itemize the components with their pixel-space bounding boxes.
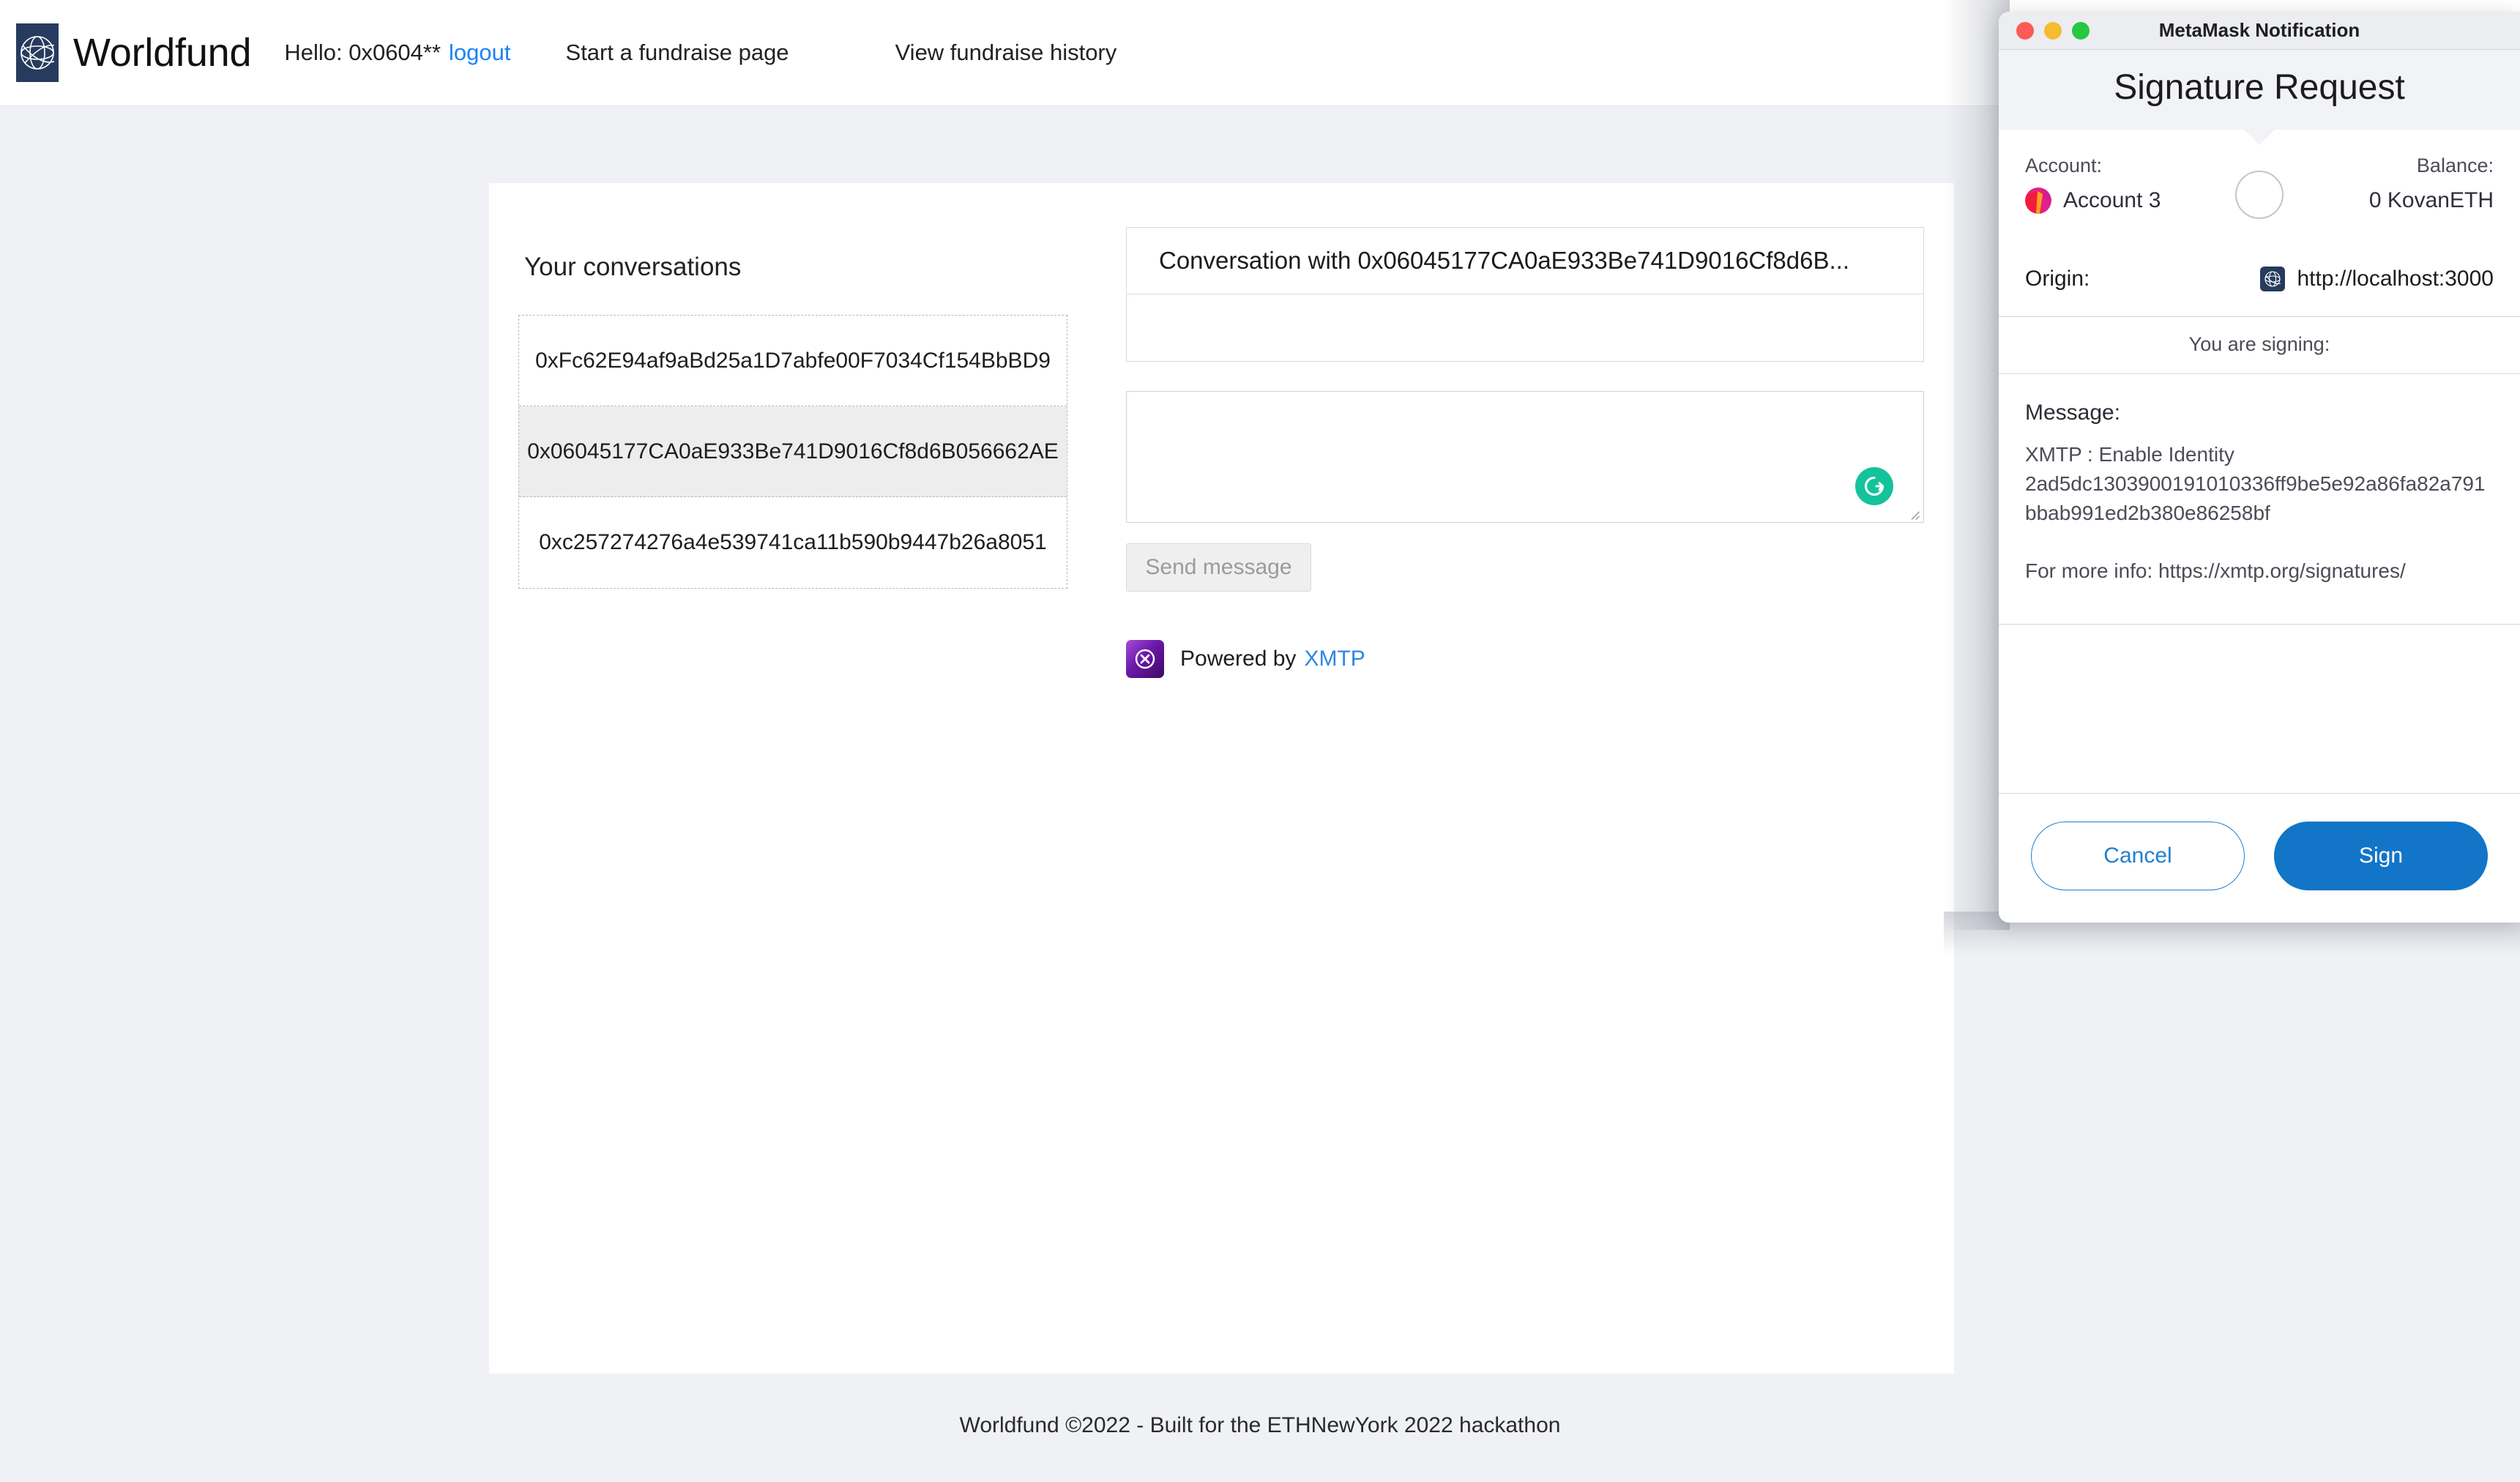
origin-url: http://localhost:3000 (2297, 267, 2494, 291)
sign-button[interactable]: Sign (2274, 822, 2488, 890)
messages-area (1126, 294, 1924, 362)
message-hash: 2ad5dc1303900191010336ff9be5e92a86fa82a7… (2025, 472, 2486, 524)
message-compose-area (1126, 391, 1924, 523)
page-footer: Worldfund ©2022 - Built for the ETHNewYo… (959, 1413, 1561, 1437)
avatar (2025, 187, 2051, 214)
worldfund-favicon-icon (2260, 267, 2286, 291)
send-message-button[interactable]: Send message (1126, 543, 1311, 592)
balance-label: Balance: (2416, 154, 2494, 176)
zoom-window-icon[interactable] (2072, 21, 2090, 40)
minimize-window-icon[interactable] (2044, 21, 2062, 40)
message-spacer (1999, 624, 2520, 793)
metamask-action-bar: Cancel Sign (1999, 793, 2520, 923)
list-item[interactable]: 0xc257274276a4e539741ca11b590b9447b26a80… (519, 497, 1067, 588)
conversations-panel: Your conversations 0xFc62E94af9aBd25a1D7… (518, 253, 1067, 589)
brand-name: Worldfund (73, 31, 252, 75)
powered-by-row: Powered by XMTP (1126, 640, 1924, 678)
network-indicator-ring (2235, 171, 2284, 219)
origin-label: Origin: (2025, 267, 2090, 291)
account-name: Account 3 (2063, 188, 2161, 212)
conversations-title: Your conversations (524, 253, 742, 281)
powered-by-label: Powered by (1180, 647, 1297, 671)
conversations-list: 0xFc62E94af9aBd25a1D7abfe00F7034Cf154BbB… (518, 315, 1067, 589)
chat-panel: Conversation with 0x06045177CA0aE933Be74… (1126, 227, 1924, 678)
window-controls (2016, 21, 2090, 40)
balance-value: 0 KovanETH (2368, 188, 2494, 212)
account-balance-section: Account: Balance: Account 3 0 KovanETH (1999, 130, 2520, 219)
metamask-notification-window: MetaMask Notification Signature Request … (1999, 12, 2520, 923)
origin-section: Origin: http://localhost:3000 (1999, 267, 2520, 316)
list-item[interactable]: 0x06045177CA0aE933Be741D9016Cf8d6B056662… (519, 406, 1067, 497)
greeting-text: Hello: 0x0604** (284, 40, 441, 65)
worldfund-logo-globe-wireframe-icon (16, 23, 59, 82)
message-line-1: XMTP : Enable Identity (2025, 443, 2234, 466)
metamask-body: Signature Request Account: Balance: Acco… (1999, 50, 2520, 923)
logout-link[interactable]: logout (449, 40, 510, 66)
xmtp-logo-icon (1126, 640, 1164, 678)
signed-message-section: Message: XMTP : Enable Identity 2ad5dc13… (1999, 373, 2520, 605)
metamask-titlebar: MetaMask Notification (1999, 12, 2520, 50)
xmtp-link[interactable]: XMTP (1304, 647, 1365, 671)
conversation-header: Conversation with 0x06045177CA0aE933Be74… (1126, 227, 1924, 294)
list-item[interactable]: 0xFc62E94af9aBd25a1D7abfe00F7034Cf154BbB… (519, 316, 1067, 406)
message-label: Message: (2025, 401, 2121, 425)
nav-links: Hello: 0x0604** logout Start a fundraise… (284, 40, 1117, 66)
cancel-button[interactable]: Cancel (2031, 822, 2245, 890)
you-are-signing-label: You are signing: (1999, 316, 2520, 373)
nav-start-fundraise-page[interactable]: Start a fundraise page (566, 40, 789, 66)
nav-view-fundraise-history[interactable]: View fundraise history (895, 40, 1117, 66)
account-label: Account: (2025, 154, 2103, 176)
signature-request-header: Signature Request (1999, 50, 2520, 145)
main-content-card: Your conversations 0xFc62E94af9aBd25a1D7… (489, 183, 1954, 1374)
message-input[interactable] (1126, 391, 1924, 523)
page-title: Signature Request (2114, 68, 2405, 107)
message-info-link: For more info: https://xmtp.org/signatur… (2025, 559, 2406, 583)
close-window-icon[interactable] (2016, 21, 2034, 40)
grammarly-icon[interactable] (1855, 467, 1893, 505)
